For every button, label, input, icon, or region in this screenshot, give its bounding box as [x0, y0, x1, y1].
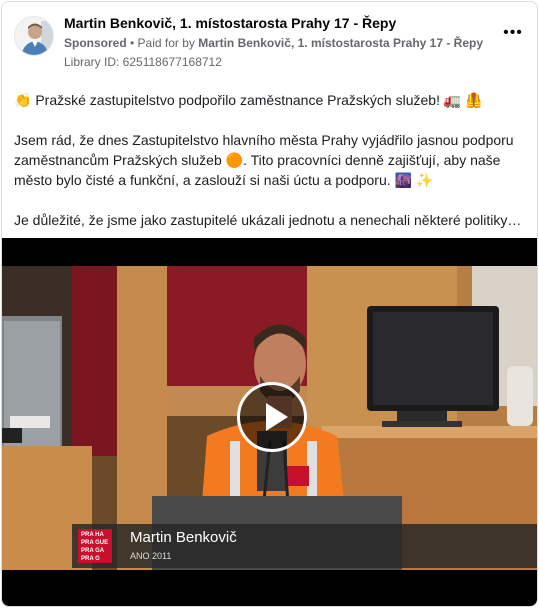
- post-line: 👏 Pražské zastupitelstvo podpořilo zaměs…: [14, 92, 483, 108]
- page-name[interactable]: Martin Benkovič, 1. místostarosta Prahy …: [64, 15, 396, 31]
- post-header: Martin Benkovič, 1. místostarosta Prahy …: [14, 14, 525, 72]
- library-id: Library ID: 625118677168712: [64, 55, 222, 69]
- speaker-name: Martin Benkovič: [130, 529, 237, 546]
- page-avatar[interactable]: [14, 16, 54, 56]
- play-button[interactable]: [237, 382, 307, 452]
- sponsored-line: Sponsored • Paid for by Martin Benkovič,…: [64, 36, 483, 50]
- meta-separator: •: [126, 36, 138, 50]
- sponsored-label: Sponsored: [64, 36, 127, 50]
- prague-logo: PRA HA PRA GUE PRA GA PRA G: [78, 529, 112, 563]
- post-line: město bylo čisté a funkční, a zaslouží s…: [14, 172, 434, 188]
- post-line: Jsem rád, že dnes Zastupitelstvo hlavníh…: [14, 132, 514, 148]
- paid-for-prefix: Paid for by: [137, 36, 199, 50]
- paid-for-by[interactable]: Martin Benkovič, 1. místostarosta Prahy …: [198, 36, 483, 50]
- speaker-party: ANO 2011: [130, 551, 172, 561]
- play-icon: [266, 403, 288, 431]
- more-options-icon[interactable]: •••: [503, 25, 523, 42]
- post-text: 👏 Pražské zastupitelstvo podpořilo zaměs…: [14, 90, 525, 230]
- post-line-truncated[interactable]: Je důležité, že jsme jako zastupitelé uk…: [14, 210, 525, 230]
- video-player[interactable]: PRA HA PRA GUE PRA GA PRA G Martin Benko…: [2, 238, 537, 606]
- ad-card: Martin Benkovič, 1. místostarosta Prahy …: [1, 1, 538, 607]
- post-line: zaměstnancům Pražských služeb 🟠. Tito pr…: [14, 152, 501, 168]
- lower-third: PRA HA PRA GUE PRA GA PRA G Martin Benko…: [72, 524, 537, 568]
